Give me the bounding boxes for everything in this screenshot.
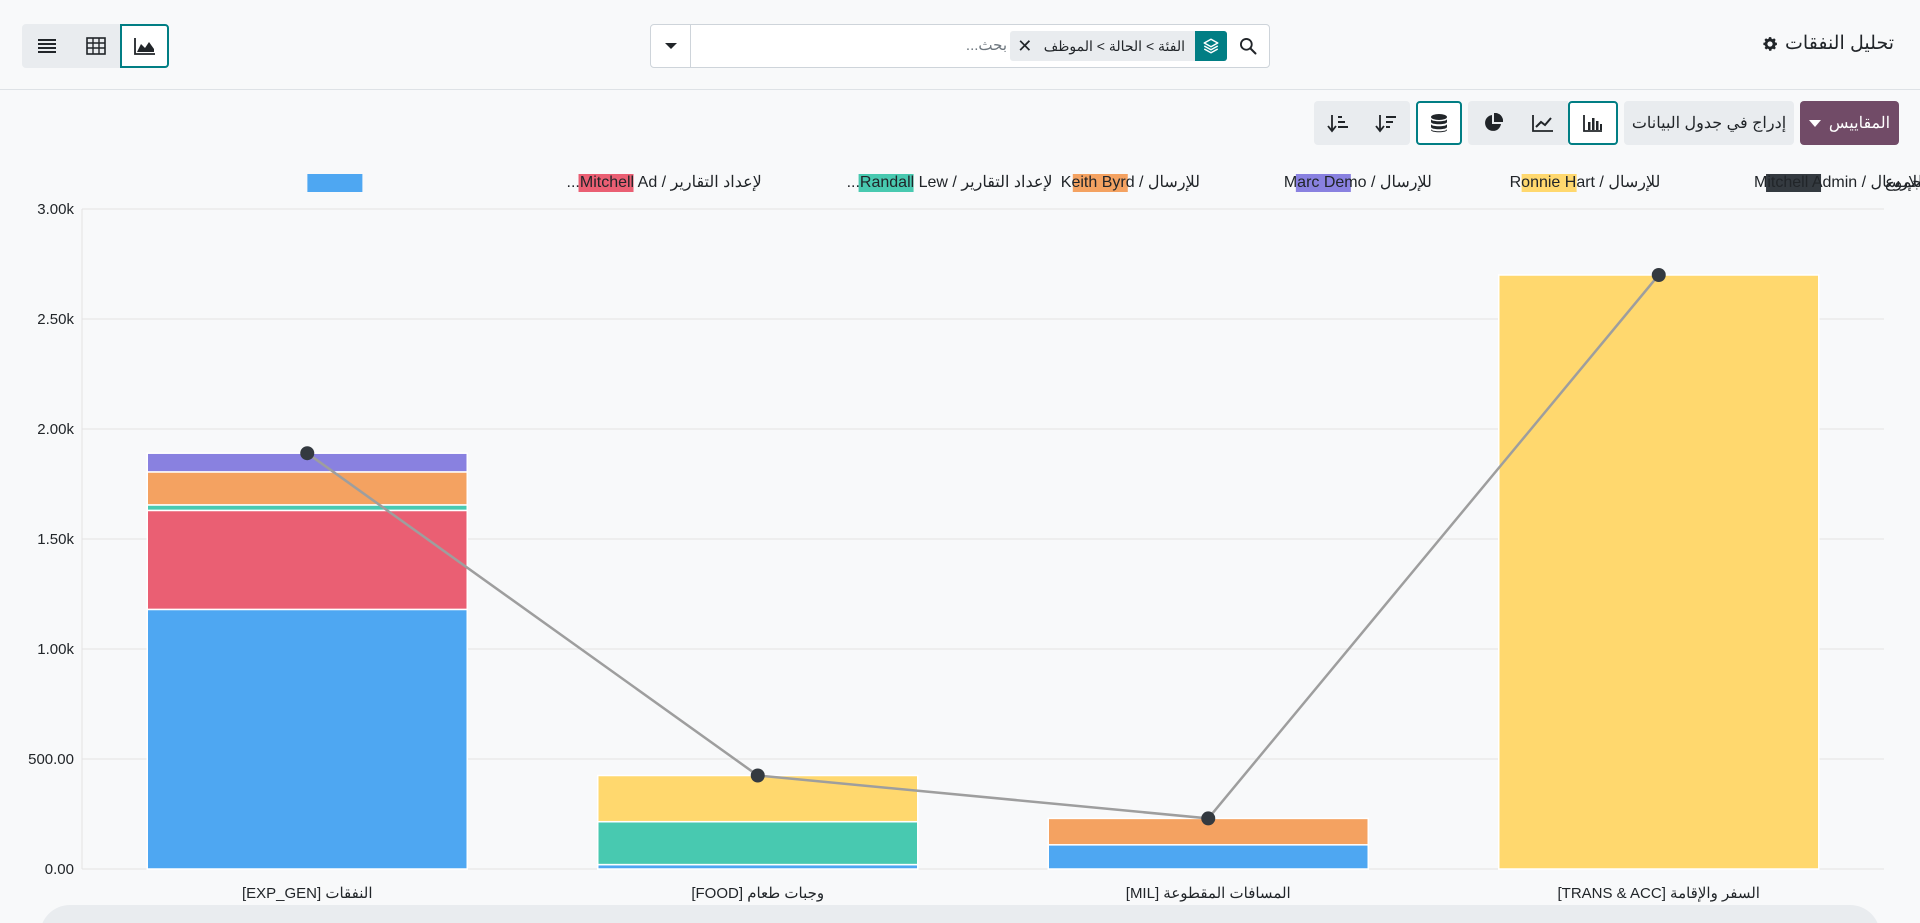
expenses-chart: 0.00 500.00 1.00k 1.50k 2.00k 2.50k 3.00k النفق… (28, 174, 1920, 902)
database-stack-icon (1431, 114, 1447, 133)
search-facet: ✕ الفئة > الحالة > الموظف (1009, 31, 1227, 61)
x-tick-label: وجبات طعام [FOOD] (691, 885, 824, 902)
caret-down-icon (664, 43, 677, 49)
graph-container: 0.00 500.00 1.00k 1.50k 2.00k 2.50k 3.00k النفق… (0, 160, 1920, 923)
y-tick-label: 2.50k (37, 311, 74, 328)
sort-descending-icon (1375, 115, 1396, 133)
view-list-button[interactable] (22, 24, 71, 68)
legend-swatch[interactable] (307, 174, 363, 192)
bar-segment[interactable] (597, 820, 919, 866)
bottom-panel (40, 905, 1880, 923)
view-switcher (22, 24, 169, 68)
bar-chart-button[interactable] (1568, 101, 1618, 145)
total-line (306, 274, 1660, 820)
view-graph-button[interactable] (120, 24, 169, 68)
area-chart-icon (133, 38, 155, 55)
list-icon (37, 39, 56, 53)
page-title-text: تحليل النفقات (1785, 33, 1894, 54)
line-chart-button[interactable] (1518, 101, 1568, 145)
bar-segment[interactable] (146, 509, 468, 611)
view-pivot-button[interactable] (71, 24, 120, 68)
bar-chart-icon (1583, 115, 1602, 132)
total-point[interactable] (1651, 268, 1666, 282)
total-point[interactable] (1201, 811, 1216, 826)
bar-segment[interactable] (146, 471, 468, 506)
facet-remove-icon[interactable]: ✕ (1010, 31, 1040, 61)
gear-icon[interactable] (1761, 35, 1779, 53)
total-point[interactable] (750, 768, 765, 783)
legend-label: لإعداد التقارير / Randall Lew... (847, 174, 1053, 191)
search-button[interactable] (1227, 25, 1269, 67)
legend-label: للإرسال / Keith Byrd (1061, 174, 1200, 191)
insert-in-spreadsheet-button[interactable]: إدراج في جدول البيانات (1624, 101, 1794, 145)
y-tick-label: 1.00k (37, 641, 74, 658)
legend-label: للإرسال / Mitchell Admin (1754, 174, 1920, 191)
facet-label: الفئة > الحالة > الموظف (1043, 37, 1185, 54)
sort-ascending-button[interactable] (1314, 101, 1362, 145)
search-bar: ✕ الفئة > الحالة > الموظف (650, 24, 1270, 68)
page-title: تحليل النفقات (1761, 32, 1894, 55)
bar-segment[interactable] (1047, 844, 1369, 870)
search-options-toggle[interactable] (651, 25, 691, 67)
y-tick-label: 0.00 (45, 861, 74, 878)
pie-chart-icon (1485, 113, 1503, 131)
total-point[interactable] (300, 446, 315, 461)
caret-down-icon (1808, 119, 1821, 127)
bar-segment[interactable] (1498, 274, 1820, 870)
pivot-table-icon (85, 37, 106, 55)
graph-toolbar: المقاييس إدراج في جدول البيانات (0, 101, 1920, 147)
y-tick-label: 1.50k (37, 531, 74, 548)
control-panel: تحليل النفقات ✕ الفئة > الحالة > الموظف (0, 0, 1920, 90)
search-icon (1240, 38, 1257, 55)
layers-icon (1195, 31, 1227, 61)
bar-segment[interactable] (146, 504, 468, 512)
sort-descending-button[interactable] (1362, 101, 1410, 145)
y-tick-label: 3.00k (37, 201, 74, 218)
search-input[interactable] (707, 37, 1007, 54)
x-tick-label: السفر والإقامة [TRANS & ACC] (1558, 885, 1760, 902)
legend-label: لإعداد التقارير / Mitchell Ad... (567, 174, 762, 191)
legend-label: للإرسال / Ronnie Hart (1510, 174, 1661, 191)
measures-dropdown-button[interactable]: المقاييس (1800, 101, 1899, 145)
measures-label: المقاييس (1828, 115, 1891, 132)
x-tick-label: المسافات المقطوعة [MIL] (1126, 885, 1291, 902)
pie-chart-button[interactable] (1468, 101, 1518, 145)
y-tick-label: 500.00 (28, 751, 74, 768)
y-tick-label: 2.00k (37, 421, 74, 438)
x-tick-label: النفقات [EXP_GEN] (242, 885, 373, 902)
legend-label: للإرسال / Marc Demo (1284, 174, 1432, 191)
stacked-toggle-button[interactable] (1416, 101, 1462, 145)
bar-segment[interactable] (146, 608, 468, 870)
line-chart-icon (1532, 115, 1553, 132)
sort-ascending-icon (1327, 115, 1348, 133)
